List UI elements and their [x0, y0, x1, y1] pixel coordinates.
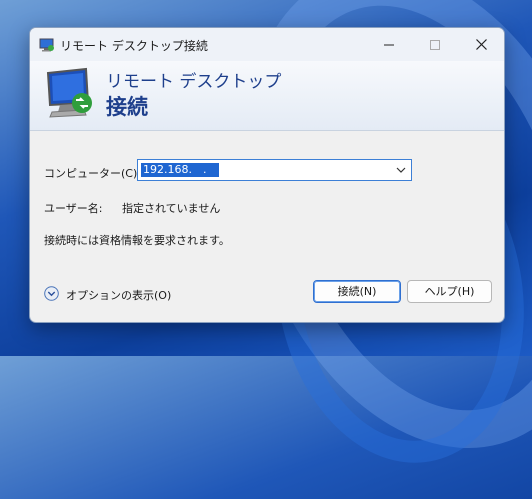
close-icon: [475, 39, 487, 50]
maximize-icon: [430, 39, 440, 50]
monitor-connection-icon: [46, 67, 92, 118]
banner-subtitle: 接続: [106, 95, 148, 119]
user-name-label: ユーザー名:: [44, 202, 103, 215]
computer-input-value[interactable]: 192.168. .: [141, 163, 219, 177]
expand-chevron-icon[interactable]: [44, 286, 59, 301]
show-options-label[interactable]: オプションの表示(O): [66, 287, 171, 303]
remote-desktop-dialog: リモート デスクトップ接続 リモート デスクトップ 接続 コンピューター(C):…: [29, 27, 505, 323]
connect-button[interactable]: 接続(N): [313, 280, 401, 303]
help-button[interactable]: ヘルプ(H): [407, 280, 492, 303]
window-title: リモート デスクトップ接続: [60, 39, 208, 53]
computer-label: コンピューター(C):: [44, 167, 141, 180]
close-button[interactable]: [458, 28, 504, 61]
minimize-icon: [384, 44, 394, 45]
header-banner: リモート デスクトップ 接続: [30, 61, 504, 131]
computer-combobox[interactable]: 192.168. .: [137, 159, 412, 181]
minimize-button[interactable]: [366, 28, 412, 61]
remote-desktop-icon: [39, 38, 54, 52]
chevron-down-icon[interactable]: [396, 166, 406, 174]
title-bar[interactable]: リモート デスクトップ接続: [30, 28, 504, 61]
banner-title: リモート デスクトップ: [106, 72, 282, 92]
maximize-button: [412, 28, 458, 61]
credentials-info-text: 接続時には資格情報を要求されます。: [44, 234, 230, 247]
user-name-value: 指定されていません: [122, 202, 221, 215]
